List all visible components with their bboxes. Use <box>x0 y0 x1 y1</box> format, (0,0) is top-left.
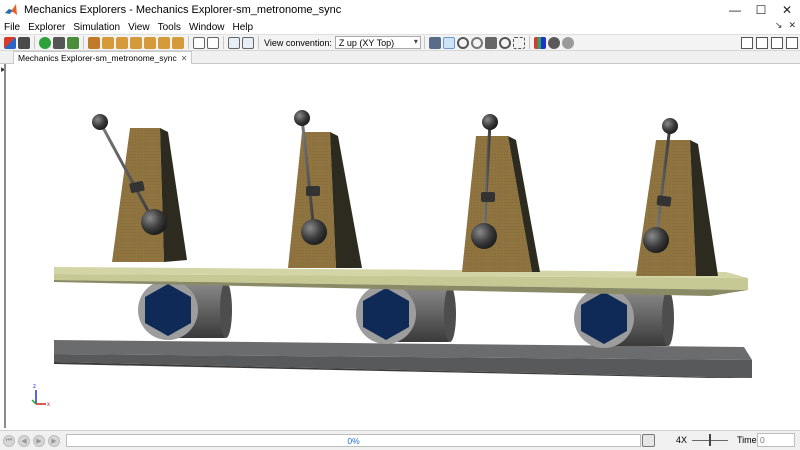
standard-view-icon[interactable] <box>88 36 100 49</box>
chevron-down-icon: ▾ <box>413 37 418 46</box>
frame-axes-icon[interactable] <box>533 36 546 49</box>
playback-speed-slider[interactable] <box>692 433 728 448</box>
matlab-logo-icon <box>4 3 18 17</box>
close-icon[interactable]: ✕ <box>181 54 188 63</box>
menu-explorer[interactable]: Explorer <box>24 22 69 33</box>
tab-metronome-explorer[interactable]: Mechanics Explorer-sm_metronome_sync ✕ <box>13 51 193 64</box>
menu-help[interactable]: Help <box>229 22 258 33</box>
menu-window[interactable]: Window <box>185 22 229 33</box>
close-document-icon[interactable]: ✕ <box>788 20 796 31</box>
rewind-to-start-icon[interactable]: ⏮ <box>3 434 15 447</box>
metronome-scene: z x <box>31 110 752 408</box>
back-view-icon[interactable] <box>116 36 128 49</box>
speed-slider-thumb[interactable] <box>709 434 711 446</box>
metronome-3 <box>462 114 540 272</box>
step-forward-icon[interactable]: ▶ <box>48 434 60 447</box>
select-arrow-icon[interactable] <box>442 36 455 49</box>
split-view-icon[interactable] <box>193 36 205 49</box>
progress-text: 0% <box>347 436 360 446</box>
zoom-icon[interactable] <box>498 36 511 49</box>
step-icon[interactable] <box>53 36 65 49</box>
left-view-icon[interactable] <box>130 36 142 49</box>
maximize-button[interactable]: ☐ <box>748 0 774 20</box>
play-icon[interactable] <box>39 36 51 49</box>
property-pane-icon[interactable] <box>18 36 30 49</box>
playback-speed-label: 4X <box>676 435 688 445</box>
axis-triad: z x <box>31 384 50 408</box>
mechanics-explorer-window: Mechanics Explorers - Mechanics Explorer… <box>0 0 800 450</box>
metronome-2 <box>288 110 362 268</box>
top-view-icon[interactable] <box>158 36 170 49</box>
minimize-button[interactable]: — <box>722 0 748 20</box>
tab-label: Mechanics Explorer-sm_metronome_sync <box>18 53 177 63</box>
menu-file[interactable]: File <box>0 22 24 33</box>
zoom-box-icon[interactable] <box>242 36 254 49</box>
sphere-icon[interactable] <box>547 36 560 49</box>
layout-columns-icon[interactable] <box>756 37 768 49</box>
title-bar: Mechanics Explorers - Mechanics Explorer… <box>0 0 800 20</box>
undock-icon[interactable]: ↘ <box>775 20 783 31</box>
settings-icon[interactable] <box>561 36 574 49</box>
right-view-icon[interactable] <box>144 36 156 49</box>
roller-3 <box>574 288 674 348</box>
playback-progress-bar[interactable]: 0% <box>66 434 641 447</box>
toolbar: View convention: Z up (XY Top) ▾ <box>0 34 800 51</box>
frames-icon[interactable] <box>67 36 79 49</box>
menu-simulation[interactable]: Simulation <box>69 22 124 33</box>
playback-bar: ⏮ ◀ ▶ ▶ 0% 4X Time 0 <box>0 430 800 450</box>
menu-bar: File Explorer Simulation View Tools Wind… <box>0 20 800 34</box>
layout-grid-icon[interactable] <box>741 37 753 49</box>
roller-1 <box>138 280 232 340</box>
3d-viewport[interactable]: z x <box>4 64 796 428</box>
camera-icon[interactable] <box>428 36 441 49</box>
roll-icon[interactable] <box>470 36 483 49</box>
step-back-icon[interactable]: ◀ <box>18 434 30 447</box>
view-convention-label: View convention: <box>264 37 332 48</box>
layout-single-icon[interactable] <box>786 37 798 49</box>
close-button[interactable]: ✕ <box>774 0 800 20</box>
window-title: Mechanics Explorers - Mechanics Explorer… <box>24 4 342 16</box>
triad-x-label: x <box>47 402 50 408</box>
front-view-icon[interactable] <box>102 36 114 49</box>
menu-tools[interactable]: Tools <box>154 22 185 33</box>
zoom-region-icon[interactable] <box>512 36 525 49</box>
layout-split-icon[interactable] <box>771 37 783 49</box>
metronome-4 <box>636 118 718 276</box>
rotate-icon[interactable] <box>456 36 469 49</box>
tree-pane-icon[interactable] <box>4 36 16 49</box>
bottom-view-icon[interactable] <box>172 36 184 49</box>
roller-2 <box>356 284 456 344</box>
document-tab-strip: Mechanics Explorer-sm_metronome_sync ✕ <box>0 51 800 64</box>
record-video-button[interactable] <box>642 434 655 447</box>
metronome-1 <box>92 114 187 262</box>
menu-view[interactable]: View <box>124 22 154 33</box>
time-field[interactable]: 0 <box>757 433 795 447</box>
zoom-fit-icon[interactable] <box>228 36 240 49</box>
single-view-icon[interactable] <box>207 36 219 49</box>
play-pause-icon[interactable]: ▶ <box>33 434 45 447</box>
pan-icon[interactable] <box>484 36 497 49</box>
time-label: Time <box>737 435 757 445</box>
triad-z-label: z <box>33 384 36 390</box>
view-convention-value: Z up (XY Top) <box>338 37 395 48</box>
view-convention-select[interactable]: Z up (XY Top) ▾ <box>334 36 421 49</box>
